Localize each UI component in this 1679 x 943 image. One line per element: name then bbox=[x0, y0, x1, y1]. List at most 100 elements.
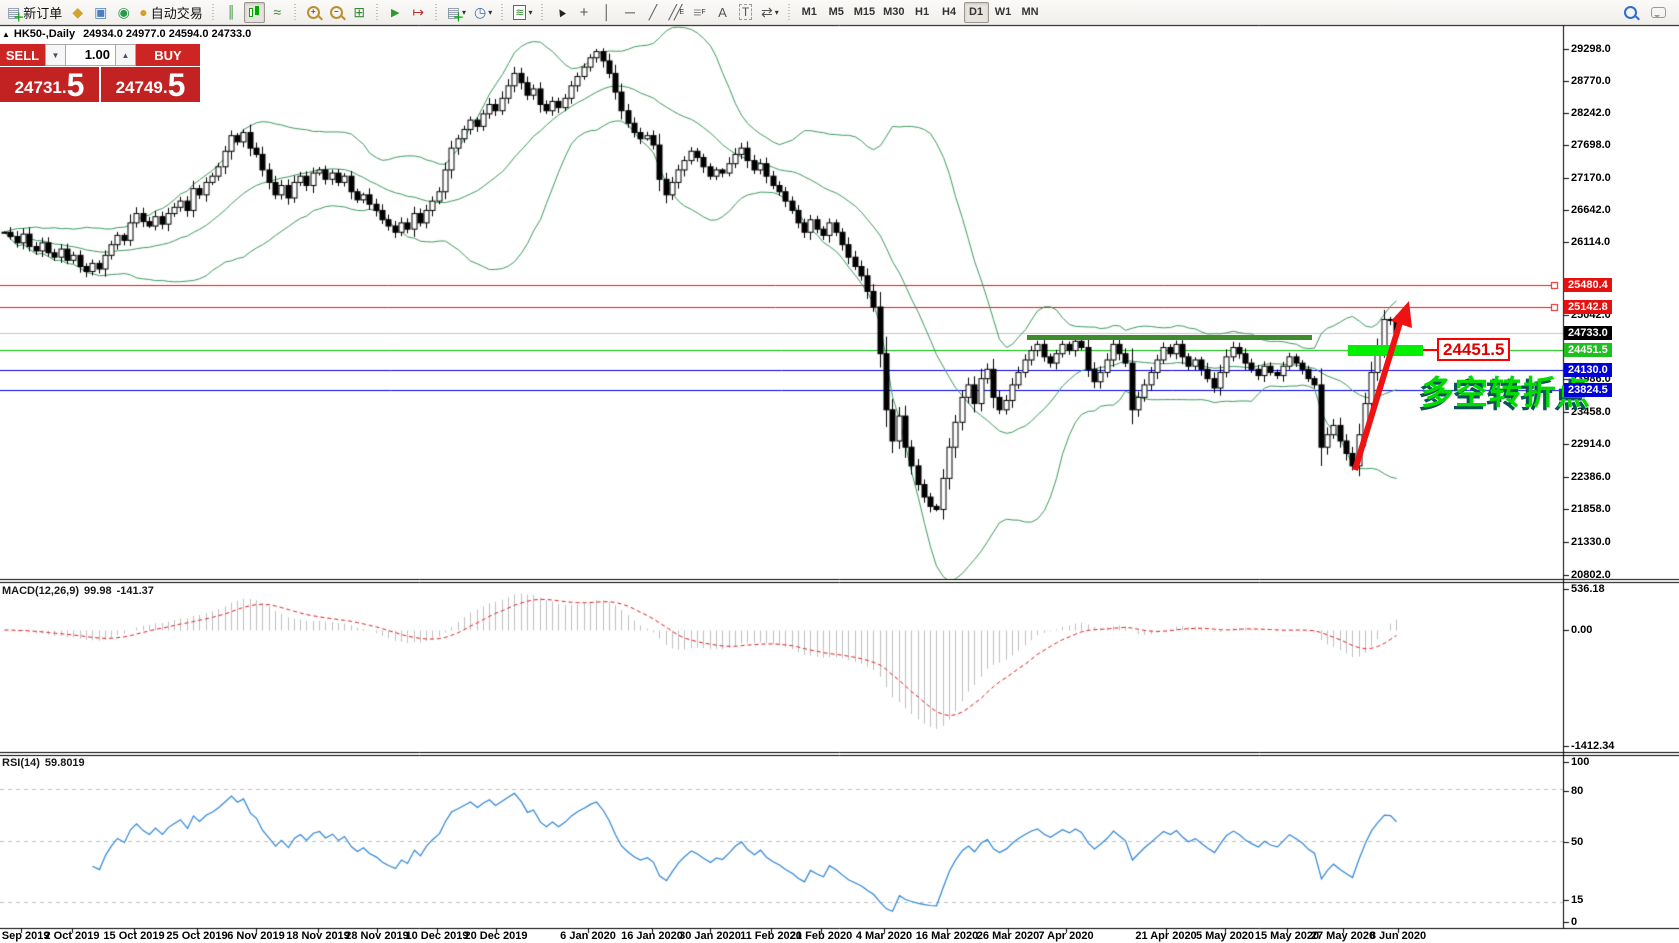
line-chart-icon: ≈ bbox=[273, 4, 281, 20]
axis-tick-label: 536.18 bbox=[1571, 583, 1605, 595]
indicators-button[interactable]: ≋ ▾ bbox=[510, 2, 535, 23]
search-button[interactable] bbox=[1620, 2, 1641, 23]
price-level-label: 24733.0 bbox=[1564, 326, 1612, 340]
webterminal-button[interactable]: ▣ bbox=[90, 2, 111, 23]
crosshair-icon: + bbox=[580, 4, 589, 21]
rsi-panel[interactable] bbox=[0, 756, 1563, 928]
buy-button[interactable]: BUY bbox=[136, 44, 200, 66]
timeframe-button-m5[interactable]: M5 bbox=[824, 2, 849, 23]
timeframe-button-m15[interactable]: M15 bbox=[851, 2, 878, 23]
chart-shift-button[interactable]: ↦ bbox=[408, 2, 429, 23]
timeframe-button-w1[interactable]: W1 bbox=[991, 2, 1016, 23]
auto-scroll-button[interactable]: ▶ bbox=[385, 2, 406, 23]
support-zone-rectangle[interactable] bbox=[1348, 345, 1423, 356]
date-axis-label: 15 May 2020 bbox=[1255, 930, 1319, 942]
new-chart-button[interactable]: ▤＋ ▾ bbox=[444, 2, 469, 23]
horizontal-line-icon: ─ bbox=[625, 4, 635, 20]
signals-button[interactable]: ◉ bbox=[113, 2, 134, 23]
axis-tick-label: 28770.0 bbox=[1571, 75, 1611, 87]
bar-chart-button[interactable]: ║ bbox=[221, 2, 242, 23]
timeframe-bar: M1M5M15M30H1H4D1W1MN bbox=[796, 2, 1044, 23]
axis-tick-label: 27170.0 bbox=[1571, 172, 1611, 184]
tile-windows-button[interactable]: ⊞ bbox=[349, 2, 370, 23]
new-order-button[interactable]: ▤＋ 新订单 bbox=[4, 2, 65, 23]
volume-up-button[interactable]: ▲ bbox=[115, 44, 136, 66]
text-label-button[interactable]: T bbox=[735, 2, 756, 23]
resistance-trendline[interactable] bbox=[1027, 335, 1312, 340]
text-icon: A bbox=[718, 5, 727, 20]
channel-button[interactable]: ╱╱E bbox=[665, 2, 687, 23]
volume-down-button[interactable]: ▼ bbox=[45, 44, 66, 66]
tile-windows-icon: ⊞ bbox=[353, 4, 365, 21]
line-chart-button[interactable]: ≈ bbox=[267, 2, 288, 23]
zoom-in-button[interactable]: + bbox=[303, 2, 324, 23]
arrows-button[interactable]: ⇄ ▾ bbox=[758, 2, 782, 23]
axis-tick-label: 28242.0 bbox=[1571, 107, 1611, 119]
sell-button[interactable]: SELL bbox=[0, 44, 45, 66]
date-axis-label: 28 Nov 2019 bbox=[345, 930, 409, 942]
timeframe-button-m1[interactable]: M1 bbox=[797, 2, 822, 23]
macd-panel[interactable] bbox=[0, 583, 1563, 752]
chat-icon bbox=[1651, 7, 1666, 18]
timeframe-button-d1[interactable]: D1 bbox=[964, 2, 989, 23]
axis-tick-label: 26114.0 bbox=[1571, 236, 1610, 248]
symbol-marker-icon: ▲ bbox=[2, 30, 10, 39]
date-axis-label: 27 May 2020 bbox=[1311, 930, 1375, 942]
date-axis-label: 25 Oct 2019 bbox=[166, 930, 227, 942]
chevron-down-icon: ▼ bbox=[52, 51, 60, 60]
fibonacci-button[interactable]: ≡F bbox=[689, 2, 710, 23]
terminal-icon: ▣ bbox=[94, 4, 107, 21]
timeframe-button-h4[interactable]: H4 bbox=[937, 2, 962, 23]
toolbar-gripper bbox=[539, 4, 546, 21]
autotrade-label: 自动交易 bbox=[151, 3, 203, 22]
timeframe-button-mn[interactable]: MN bbox=[1018, 2, 1043, 23]
sell-price-pip: 5 bbox=[67, 69, 85, 102]
price-panel[interactable] bbox=[0, 26, 1563, 580]
axis-tick-label: 15 bbox=[1571, 894, 1583, 906]
sell-price[interactable]: 24731.5 bbox=[0, 67, 99, 102]
date-axis-label: 21 Apr 2020 bbox=[1135, 930, 1196, 942]
trendline-button[interactable]: ╱ bbox=[642, 2, 663, 23]
date-axis-label: 18 Nov 2019 bbox=[286, 930, 350, 942]
chevron-up-icon: ▲ bbox=[122, 51, 130, 60]
axis-tick-label: 80 bbox=[1571, 785, 1583, 797]
date-axis-label: 21 Feb 2020 bbox=[790, 930, 852, 942]
date-axis-label: 6 Jan 2020 bbox=[560, 930, 616, 942]
gold-icon: ◆ bbox=[72, 4, 83, 21]
buy-price-main: 24749. bbox=[116, 78, 168, 102]
chat-button[interactable] bbox=[1648, 2, 1669, 23]
new-order-icon: ▤＋ bbox=[7, 4, 20, 21]
new-order-label: 新订单 bbox=[23, 3, 62, 22]
cursor-button[interactable]: ▲ bbox=[550, 2, 571, 23]
date-axis-label: 9 Sep 2019 bbox=[0, 930, 49, 942]
horizontal-line-button[interactable]: ─ bbox=[619, 2, 640, 23]
timeframe-button-h1[interactable]: H1 bbox=[910, 2, 935, 23]
zoom-in-icon: + bbox=[307, 6, 320, 19]
candlestick-icon bbox=[248, 6, 260, 19]
date-axis-label: 10 Dec 2019 bbox=[406, 930, 469, 942]
deposit-button[interactable]: ◆ bbox=[67, 2, 88, 23]
rsi-name: RSI(14) bbox=[2, 757, 40, 769]
volume-input[interactable]: 1.00 bbox=[66, 44, 115, 66]
timeframe-button-m30[interactable]: M30 bbox=[880, 2, 907, 23]
vertical-line-button[interactable]: │ bbox=[596, 2, 617, 23]
macd-main-value: 99.98 bbox=[84, 585, 112, 597]
candlestick-button[interactable] bbox=[244, 2, 265, 23]
toolbar-gripper bbox=[499, 4, 506, 21]
buy-price-pip: 5 bbox=[168, 69, 186, 102]
sell-price-main: 24731. bbox=[15, 78, 67, 102]
zoom-out-button[interactable]: − bbox=[326, 2, 347, 23]
buy-price[interactable]: 24749.5 bbox=[101, 67, 200, 102]
pivot-price-label[interactable]: 24451.5 bbox=[1437, 338, 1510, 361]
autotrade-button[interactable]: ● 自动交易 bbox=[136, 2, 205, 23]
date-axis-label: 30 Jan 2020 bbox=[679, 930, 741, 942]
pivot-connector-line bbox=[1423, 349, 1437, 351]
text-button[interactable]: A bbox=[712, 2, 733, 23]
search-icon bbox=[1624, 6, 1637, 19]
toolbar-gripper bbox=[786, 4, 793, 21]
crosshair-button[interactable]: + bbox=[573, 2, 594, 23]
macd-name: MACD(12,26,9) bbox=[2, 585, 79, 597]
periods-button[interactable]: ◷ ▾ bbox=[471, 2, 495, 23]
chart-shift-icon: ↦ bbox=[412, 4, 424, 21]
axis-tick-label: 50 bbox=[1571, 836, 1583, 848]
